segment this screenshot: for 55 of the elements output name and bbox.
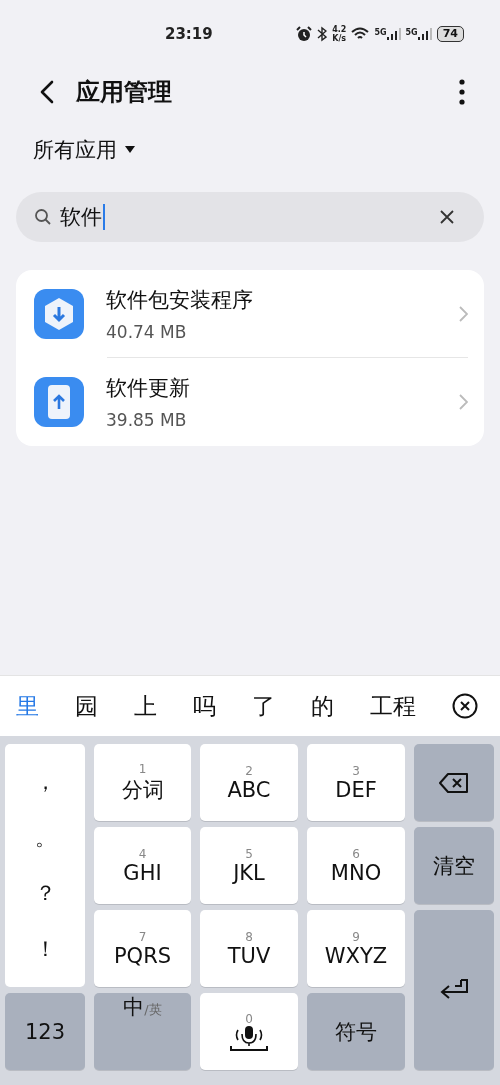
enter-icon <box>439 978 469 1002</box>
alarm-icon <box>296 26 313 42</box>
clear-icon[interactable] <box>440 210 454 224</box>
candidate-word[interactable]: 里 <box>16 690 39 722</box>
more-icon[interactable] <box>459 79 465 105</box>
candidate-word[interactable]: 园 <box>75 690 98 722</box>
candidate-word[interactable]: 了 <box>252 690 275 722</box>
page-title: 应用管理 <box>76 77 173 108</box>
candidate-word[interactable]: 上 <box>134 690 157 722</box>
signal-icon <box>386 28 401 40</box>
keypad-key[interactable]: 5 JKL <box>200 827 298 904</box>
keypad-key[interactable]: 1 分词 <box>94 744 191 821</box>
clear-key[interactable]: 清空 <box>414 827 494 904</box>
keypad-key[interactable]: 8 TUV <box>200 910 298 987</box>
network-type: 5G <box>374 28 387 37</box>
keypad-key[interactable]: 6 MNO <box>307 827 405 904</box>
backspace-icon <box>439 771 469 794</box>
punctuation-key[interactable]: ？ <box>34 879 56 908</box>
space-key[interactable]: 0 <box>200 993 298 1070</box>
search-field[interactable]: 软件 <box>16 192 484 242</box>
candidate-word[interactable]: 的 <box>311 690 334 722</box>
backspace-key[interactable] <box>414 744 494 821</box>
keypad-key[interactable]: 2 ABC <box>200 744 298 821</box>
language-key[interactable]: 中/英 <box>94 993 191 1070</box>
network-type: 5G <box>405 28 418 37</box>
back-icon[interactable] <box>40 80 54 104</box>
app-size: 40.74 MB <box>106 322 188 342</box>
app-name[interactable]: 软件包安装程序 <box>106 286 437 314</box>
caret-icon[interactable] <box>125 146 135 154</box>
battery-indicator: 74 <box>436 26 464 42</box>
symbols-key[interactable]: 符号 <box>307 993 405 1070</box>
keypad-key[interactable]: 7 PQRS <box>94 910 191 987</box>
wifi-icon <box>351 27 370 41</box>
bluetooth-icon <box>317 26 328 42</box>
app-size: 39.85 MB <box>106 410 188 430</box>
microphone-icon <box>229 1025 269 1052</box>
signal-icon <box>417 28 432 40</box>
installer-app-icon <box>34 289 84 339</box>
keypad-key[interactable]: 4 GHI <box>94 827 191 904</box>
update-app-icon <box>34 377 84 427</box>
search-icon <box>34 208 52 226</box>
punctuation-key[interactable]: ， <box>34 767 56 796</box>
speed-unit: K/s <box>332 34 347 43</box>
numbers-key[interactable]: 123 <box>5 993 85 1070</box>
punctuation-key[interactable]: 。 <box>34 823 56 852</box>
app-name[interactable]: 软件更新 <box>106 374 437 402</box>
keypad-key[interactable]: 9 WXYZ <box>307 910 405 987</box>
filter-dropdown[interactable]: 所有应用 <box>33 136 117 164</box>
candidate-word[interactable]: 吗 <box>193 690 216 722</box>
punctuation-key[interactable]: ！ <box>34 935 56 964</box>
speed-value: 4.2 <box>332 25 347 34</box>
status-time: 23:19 <box>165 25 213 43</box>
candidate-word[interactable]: 工程 <box>370 690 416 722</box>
close-icon[interactable] <box>452 693 478 719</box>
keypad-key[interactable]: 3 DEF <box>307 744 405 821</box>
